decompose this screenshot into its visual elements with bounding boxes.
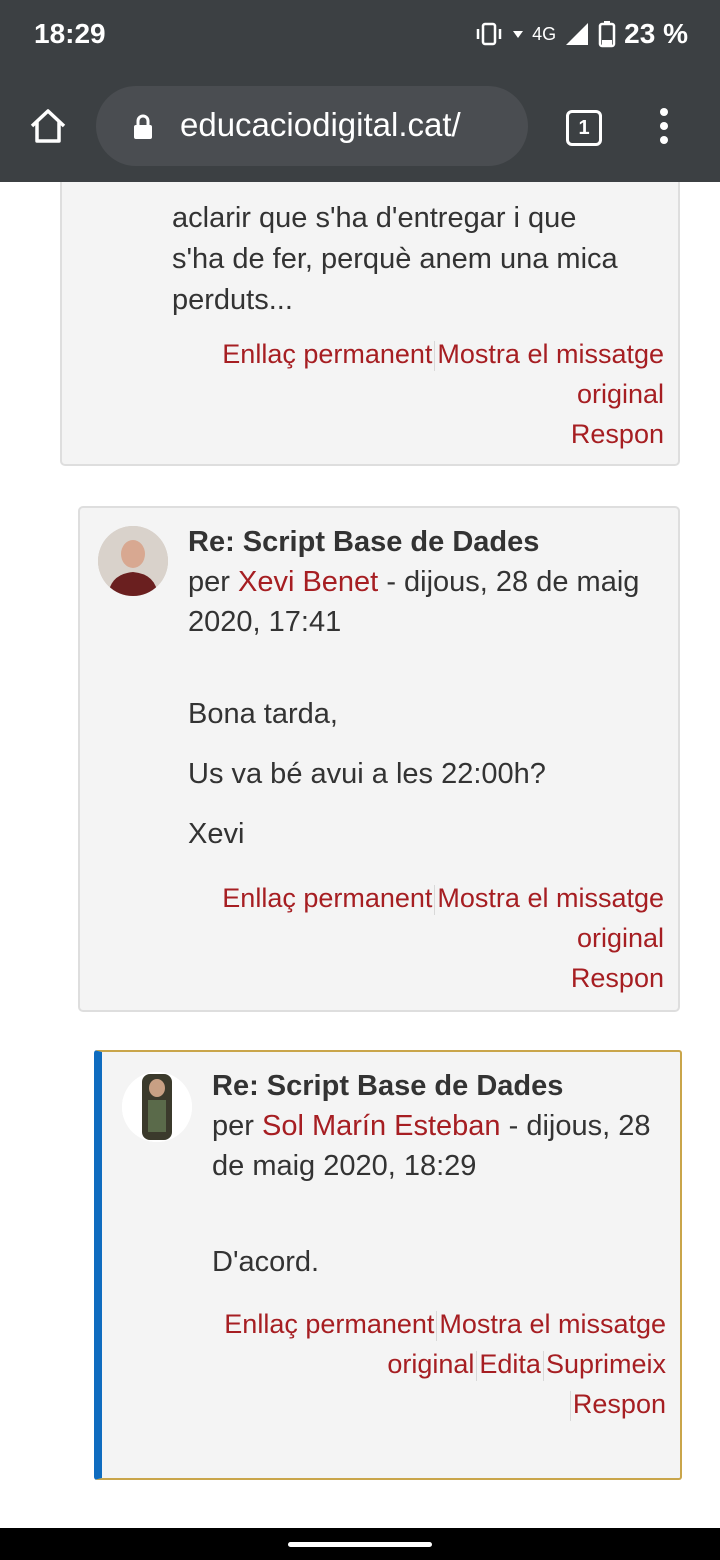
author-link[interactable]: Sol Marín Esteban [262,1110,501,1142]
by-prefix: per [212,1110,254,1142]
home-gesture-handle[interactable] [288,1542,432,1547]
post-actions: Enllaç permanent Mostra el missatge origi… [144,878,664,998]
permalink-link[interactable]: Enllaç permanent [222,883,432,913]
post-body: aclarir que s'ha d'entregar i que s'ha d… [172,198,672,321]
post-actions: Enllaç permanent Mostra el missatge origi… [186,1304,666,1424]
post-subject: Re: Script Base de Dades [212,1070,564,1102]
post-body-line: perduts... [172,284,293,316]
reply-link[interactable]: Respon [571,419,664,449]
home-icon[interactable] [28,106,68,146]
more-menu-icon[interactable] [656,108,672,148]
url-text: educaciodigital.cat/ [180,106,461,143]
network-type: 4G [532,23,557,44]
post-body-line: aclarir que s'ha d'entregar i que [172,202,577,234]
avatar[interactable] [98,526,168,596]
status-bar: 18:29 4G 23 % [0,0,720,74]
battery-icon [598,21,616,48]
post-byline: per Xevi Benet - dijous, 28 de maig 2020… [188,562,658,642]
forum-post-highlighted: Re: Script Base de Dades per Sol Marín E… [94,1050,682,1480]
system-nav-bar [0,1528,720,1560]
status-icons: 4G 23 % [474,18,688,50]
address-bar[interactable]: educaciodigital.cat/ [96,86,528,166]
show-original-link[interactable]: Mostra el missatge original [437,339,664,409]
permalink-link[interactable]: Enllaç permanent [224,1309,434,1339]
delete-link[interactable]: Suprimeix [546,1349,666,1379]
wifi-arrow-icon [513,31,524,38]
post-byline: per Sol Marín Esteban - dijous, 28 de ma… [212,1106,672,1186]
edit-link[interactable]: Edita [479,1349,541,1379]
lock-icon [134,114,152,139]
post-subject: Re: Script Base de Dades [188,526,540,558]
battery-level: 23 % [624,18,688,49]
post-paragraph: Xevi [188,818,245,850]
post-body: Bona tarda, Us va bé avui a les 22:00h? … [188,698,658,858]
reply-link[interactable]: Respon [571,963,664,993]
forum-post: Re: Script Base de Dades per Xevi Benet … [78,506,680,1012]
permalink-link[interactable]: Enllaç permanent [222,339,432,369]
post-paragraph: D'acord. [212,1246,320,1278]
post-actions: Enllaç permanent Mostra el missatge origi… [144,334,664,454]
show-original-link[interactable]: Mostra el missatge original [437,883,664,953]
post-paragraph: Us va bé avui a les 22:00h? [188,758,546,790]
author-link[interactable]: Xevi Benet [238,566,378,598]
post-body-line: s'ha de fer, perquè anem una mica [172,243,618,275]
status-time: 18:29 [34,18,106,49]
browser-toolbar: educaciodigital.cat/ 1 [0,74,720,182]
post-paragraph: Bona tarda, [188,698,338,730]
post-body: D'acord. [212,1246,672,1279]
by-prefix: per [188,566,230,598]
reply-link[interactable]: Respon [573,1389,666,1419]
vibrate-icon [476,22,502,46]
avatar[interactable] [122,1072,192,1142]
signal-icon [566,23,589,45]
tab-switcher-button[interactable]: 1 [566,110,602,146]
